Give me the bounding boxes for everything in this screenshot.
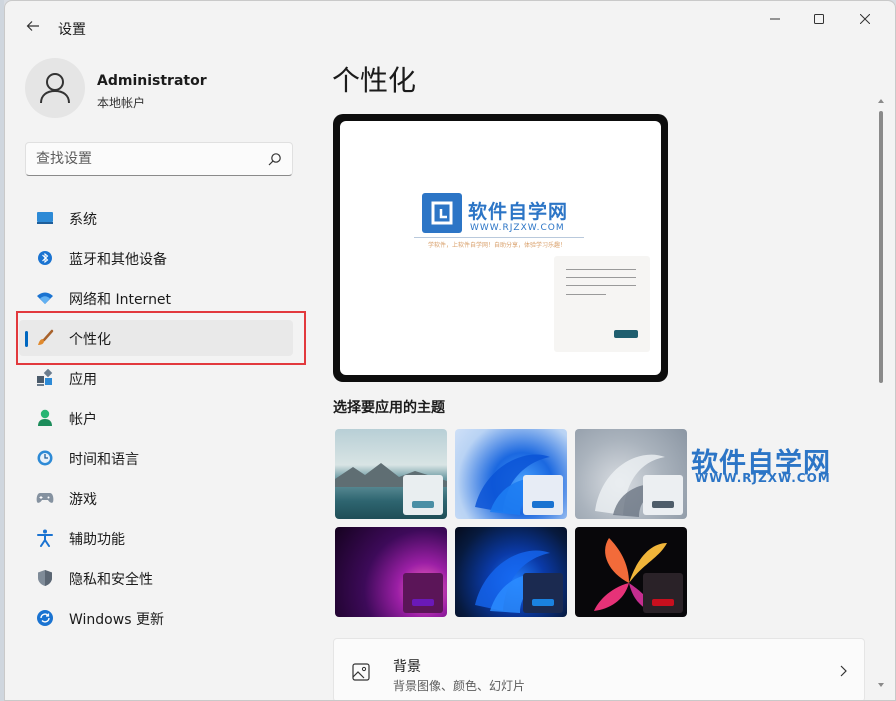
page-title: 个性化 (332, 64, 417, 97)
sidebar-item-apps[interactable]: 应用 (19, 360, 293, 396)
sidebar-item-windows-update[interactable]: Windows 更新 (19, 600, 293, 636)
accessibility-icon (36, 529, 54, 547)
maximize-button[interactable] (797, 5, 841, 33)
preview-window (554, 256, 650, 352)
theme-thumbnail-glow-lake[interactable] (335, 429, 447, 519)
preview-line (566, 269, 636, 270)
watermark-divider (414, 237, 584, 238)
sidebar-item-label: 蓝牙和其他设备 (69, 252, 167, 268)
theme-chip (403, 573, 443, 613)
sidebar-item-label: 辅助功能 (69, 532, 125, 548)
sidebar-item-privacy[interactable]: 隐私和安全性 (19, 560, 293, 596)
bluetooth-icon (36, 249, 54, 267)
preview-line (566, 294, 606, 295)
sidebar-item-bluetooth[interactable]: 蓝牙和其他设备 (19, 240, 293, 276)
gamepad-icon (36, 489, 54, 507)
logo-mark-icon (431, 201, 453, 225)
sidebar-item-label: 隐私和安全性 (69, 572, 153, 588)
preview-line (566, 285, 636, 286)
theme-chip (643, 573, 683, 613)
theme-preview: 软件自学网 WWW.RJZXW.COM 学软件，上软件自学网！自助分享，体验学习… (333, 114, 668, 382)
theme-chip (403, 475, 443, 515)
account-icon (36, 409, 54, 427)
theme-chip (643, 475, 683, 515)
update-icon (36, 609, 54, 627)
minimize-button[interactable] (753, 5, 797, 33)
theme-thumbnail-glow[interactable] (335, 527, 447, 617)
avatar[interactable] (25, 58, 85, 118)
maximize-icon (814, 14, 824, 24)
image-icon (352, 663, 370, 681)
sidebar-item-time-language[interactable]: 时间和语言 (19, 440, 293, 476)
back-button[interactable] (17, 11, 49, 41)
sidebar-item-label: Windows 更新 (69, 612, 164, 628)
annotation-highlight-box (16, 311, 306, 365)
sidebar-item-system[interactable]: 系统 (19, 200, 293, 236)
chevron-right-icon (840, 665, 847, 677)
search-input[interactable] (36, 149, 256, 169)
search-icon[interactable] (268, 152, 282, 166)
window-title: 设置 (58, 22, 86, 38)
sidebar-item-label: 帐户 (69, 412, 97, 428)
close-icon (860, 14, 870, 24)
system-icon (36, 209, 54, 227)
theme-chip (523, 475, 563, 515)
arrow-left-icon (26, 21, 39, 31)
scroll-up-arrow-icon[interactable] (877, 97, 885, 105)
sidebar-item-label: 应用 (69, 372, 97, 388)
theme-thumbnail-captured-motion[interactable] (575, 429, 687, 519)
sidebar-item-accessibility[interactable]: 辅助功能 (19, 520, 293, 556)
sidebar-item-label: 时间和语言 (69, 452, 139, 468)
sidebar-item-label: 网络和 Internet (69, 292, 172, 308)
theme-chip (523, 573, 563, 613)
minimize-icon (770, 18, 780, 20)
theme-thumbnail-windows-light[interactable] (455, 429, 567, 519)
watermark-logo (422, 193, 462, 233)
watermark-title: 软件自学网 (468, 201, 569, 223)
wifi-icon (36, 289, 54, 307)
themes-section-label: 选择要应用的主题 (333, 400, 445, 416)
user-name: Administrator (97, 73, 207, 89)
scroll-down-arrow-icon[interactable] (877, 681, 885, 689)
settings-window: 设置 Administrator 本地帐户 系统 蓝牙和其他设备 网络和 Int… (4, 0, 896, 701)
sidebar-item-accounts[interactable]: 帐户 (19, 400, 293, 436)
shield-icon (36, 569, 54, 587)
preview-desktop: 软件自学网 WWW.RJZXW.COM 学软件，上软件自学网！自助分享，体验学习… (340, 121, 661, 375)
account-type: 本地帐户 (97, 96, 146, 110)
watermark-url: WWW.RJZXW.COM (470, 223, 565, 233)
sidebar-item-label: 游戏 (69, 492, 97, 508)
theme-thumbnail-windows-dark[interactable] (455, 527, 567, 617)
watermark-tagline: 学软件，上软件自学网！自助分享，体验学习乐趣！ (428, 242, 567, 249)
scrollbar-thumb[interactable] (879, 111, 883, 383)
card-subtitle: 背景图像、颜色、幻灯片 (393, 679, 526, 693)
user-icon (40, 73, 70, 104)
close-button[interactable] (843, 5, 887, 33)
sidebar-item-gaming[interactable]: 游戏 (19, 480, 293, 516)
sidebar-item-label: 系统 (69, 212, 97, 228)
background-setting-card[interactable]: 背景 背景图像、颜色、幻灯片 (333, 638, 865, 700)
time-language-icon (36, 449, 54, 467)
title-bar: 设置 (5, 1, 895, 49)
search-box[interactable] (25, 142, 293, 176)
apps-icon (36, 369, 54, 387)
preview-button (614, 330, 638, 338)
watermark-overlay-url: WWW.RJZXW.COM (695, 471, 831, 485)
theme-thumbnail-flow[interactable] (575, 527, 687, 617)
preview-line (566, 277, 636, 278)
card-title: 背景 (393, 659, 421, 675)
